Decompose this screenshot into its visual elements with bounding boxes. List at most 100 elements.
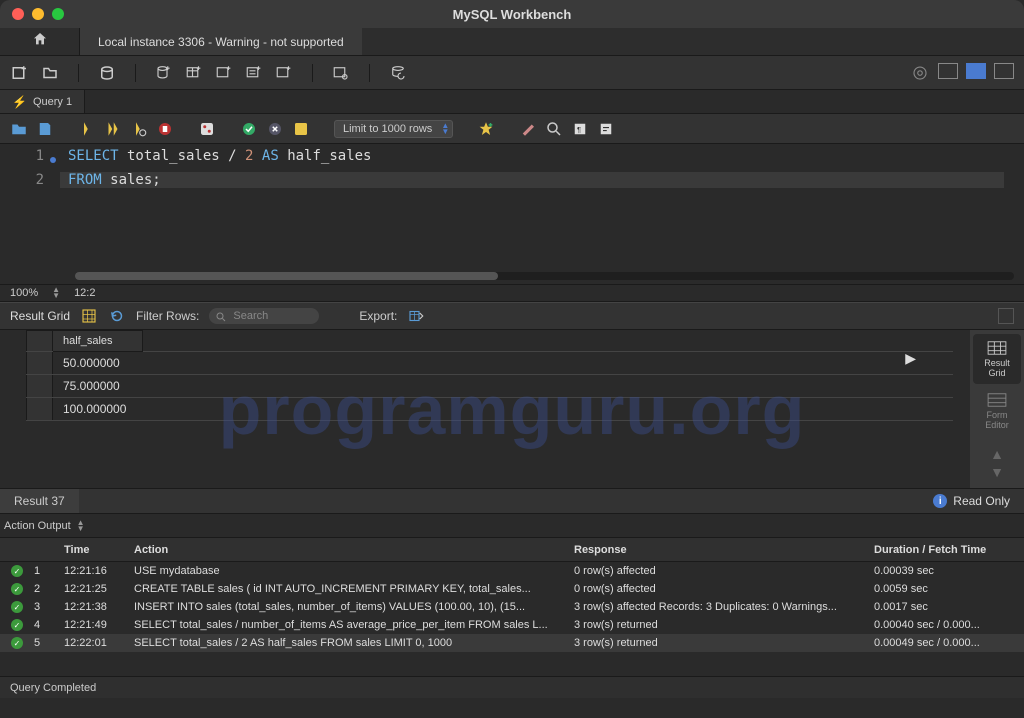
chevron-down-icon: ▼ <box>990 464 1004 480</box>
limit-rows-select[interactable]: Limit to 1000 rows ▲▼ <box>334 120 453 138</box>
zoom-arrows-icon[interactable]: ▲▼ <box>52 287 60 299</box>
row-header[interactable] <box>27 398 53 421</box>
open-file-icon[interactable] <box>10 120 28 138</box>
maximize-window-icon[interactable] <box>52 8 64 20</box>
window-controls <box>12 8 64 20</box>
stop-icon[interactable] <box>156 120 174 138</box>
create-procedure-icon[interactable] <box>244 63 264 83</box>
result-grid-label: Result Grid <box>10 309 70 323</box>
search-input[interactable]: Search <box>209 308 319 324</box>
code-line: FROM sales; <box>60 172 1004 188</box>
result-tabs: Result 37 i Read Only <box>0 488 1024 514</box>
wrap-lines-icon[interactable] <box>597 120 615 138</box>
explain-icon[interactable] <box>130 120 148 138</box>
open-sql-script-icon[interactable] <box>40 63 60 83</box>
output-row[interactable]: ✓ 5 12:22:01 SELECT total_sales / 2 AS h… <box>0 634 1024 652</box>
breakpoint-dot-icon <box>50 157 56 163</box>
line-number: 2 <box>0 172 60 188</box>
save-file-icon[interactable] <box>36 120 54 138</box>
rollback-icon[interactable] <box>266 120 284 138</box>
export-icon[interactable] <box>407 307 425 325</box>
result-grid-icon[interactable] <box>80 307 98 325</box>
cell[interactable]: 100.000000 <box>53 398 143 421</box>
svg-text:¶: ¶ <box>577 125 581 134</box>
main-toolbar <box>0 56 1024 90</box>
execute-icon[interactable] <box>78 120 96 138</box>
output-row[interactable]: ✓ 2 12:21:25 CREATE TABLE sales ( id INT… <box>0 580 1024 598</box>
collapse-side-icon[interactable]: ▶ <box>905 350 916 367</box>
success-icon: ✓ <box>11 601 23 613</box>
commit-icon[interactable] <box>240 120 258 138</box>
cursor-position: 12:2 <box>74 287 95 299</box>
result-tab-label: Result 37 <box>14 494 65 508</box>
new-sql-tab-icon[interactable] <box>10 63 30 83</box>
sql-editor[interactable]: 1 SELECT total_sales / 2 AS half_sales 2… <box>0 144 1024 284</box>
toggle-left-panel-icon[interactable] <box>938 63 958 79</box>
output-table-header: Time Action Response Duration / Fetch Ti… <box>0 538 1024 562</box>
cell[interactable]: 75.000000 <box>53 375 143 398</box>
output-row[interactable]: ✓ 3 12:21:38 INSERT INTO sales (total_sa… <box>0 598 1024 616</box>
col-duration-header[interactable]: Duration / Fetch Time <box>874 544 1014 556</box>
toggle-invisible-icon[interactable]: ¶ <box>571 120 589 138</box>
cell[interactable]: 50.000000 <box>53 352 143 375</box>
result-side-panel: Result Grid Form Editor ▲ ▼ <box>970 330 1024 488</box>
beautify-icon[interactable] <box>519 120 537 138</box>
settings-gear-icon[interactable] <box>910 63 930 83</box>
toggle-whitespace-icon[interactable] <box>292 120 310 138</box>
column-header[interactable]: half_sales <box>53 331 143 352</box>
result-grid-view-button[interactable]: Result Grid <box>973 334 1021 384</box>
col-action-header[interactable]: Action <box>134 544 574 556</box>
toggle-right-panel-icon[interactable] <box>994 63 1014 79</box>
wrap-cell-icon[interactable] <box>998 308 1014 324</box>
toggle-bottom-panel-icon[interactable] <box>966 63 986 79</box>
search-placeholder: Search <box>233 310 268 322</box>
create-schema-icon[interactable] <box>154 63 174 83</box>
connection-tab-bar: Local instance 3306 - Warning - not supp… <box>0 28 1024 56</box>
execute-current-icon[interactable] <box>104 120 122 138</box>
home-tab[interactable] <box>0 28 80 55</box>
output-header: Action Output ▲▼ <box>0 514 1024 538</box>
footer-status-bar: Query Completed <box>0 676 1024 698</box>
find-replace-icon[interactable] <box>545 120 563 138</box>
query-tab[interactable]: ⚡ Query 1 <box>0 90 85 113</box>
window-title: MySQL Workbench <box>453 7 572 22</box>
minimize-window-icon[interactable] <box>32 8 44 20</box>
readonly-label: Read Only <box>953 494 1010 508</box>
create-table-icon[interactable] <box>184 63 204 83</box>
limit-rows-label: Limit to 1000 rows <box>343 123 432 135</box>
result-toolbar: Result Grid Filter Rows: Search Export: <box>0 302 1024 330</box>
favorite-icon[interactable] <box>477 120 495 138</box>
search-icon <box>215 311 227 323</box>
inspector-icon[interactable] <box>97 63 117 83</box>
footer-status-text: Query Completed <box>10 682 96 694</box>
query-tab-bar: ⚡ Query 1 <box>0 90 1024 114</box>
result-grid[interactable]: ▶ half_sales 50.000000 75.000000 100.000… <box>0 330 970 488</box>
col-time-header[interactable]: Time <box>64 544 134 556</box>
create-view-icon[interactable] <box>214 63 234 83</box>
output-type-select[interactable]: Action Output ▲▼ <box>4 520 85 532</box>
zoom-level[interactable]: 100% <box>10 287 38 299</box>
output-row[interactable]: ✓ 1 12:21:16 USE mydatabase 0 row(s) aff… <box>0 562 1024 580</box>
filter-rows-label: Filter Rows: <box>136 309 199 323</box>
result-area: ▶ half_sales 50.000000 75.000000 100.000… <box>0 330 1024 488</box>
scrollbar-thumb[interactable] <box>75 272 498 280</box>
row-header[interactable] <box>27 375 53 398</box>
code-line: SELECT total_sales / 2 AS half_sales <box>60 148 371 164</box>
col-response-header[interactable]: Response <box>574 544 874 556</box>
row-header[interactable] <box>27 352 53 375</box>
toggle-autocommit-icon[interactable] <box>198 120 216 138</box>
close-window-icon[interactable] <box>12 8 24 20</box>
info-icon[interactable]: i <box>933 494 947 508</box>
refresh-icon[interactable] <box>108 307 126 325</box>
search-table-data-icon[interactable] <box>331 63 351 83</box>
result-tab[interactable]: Result 37 <box>0 489 79 513</box>
horizontal-scrollbar[interactable] <box>75 272 1014 280</box>
reconnect-icon[interactable] <box>388 63 408 83</box>
output-row[interactable]: ✓ 4 12:21:49 SELECT total_sales / number… <box>0 616 1024 634</box>
scroll-views-button[interactable]: ▲ ▼ <box>973 438 1021 488</box>
form-editor-view-button[interactable]: Form Editor <box>973 386 1021 436</box>
success-icon: ✓ <box>11 565 23 577</box>
connection-tab[interactable]: Local instance 3306 - Warning - not supp… <box>80 28 362 55</box>
create-function-icon[interactable] <box>274 63 294 83</box>
readonly-indicator: i Read Only <box>919 494 1024 508</box>
